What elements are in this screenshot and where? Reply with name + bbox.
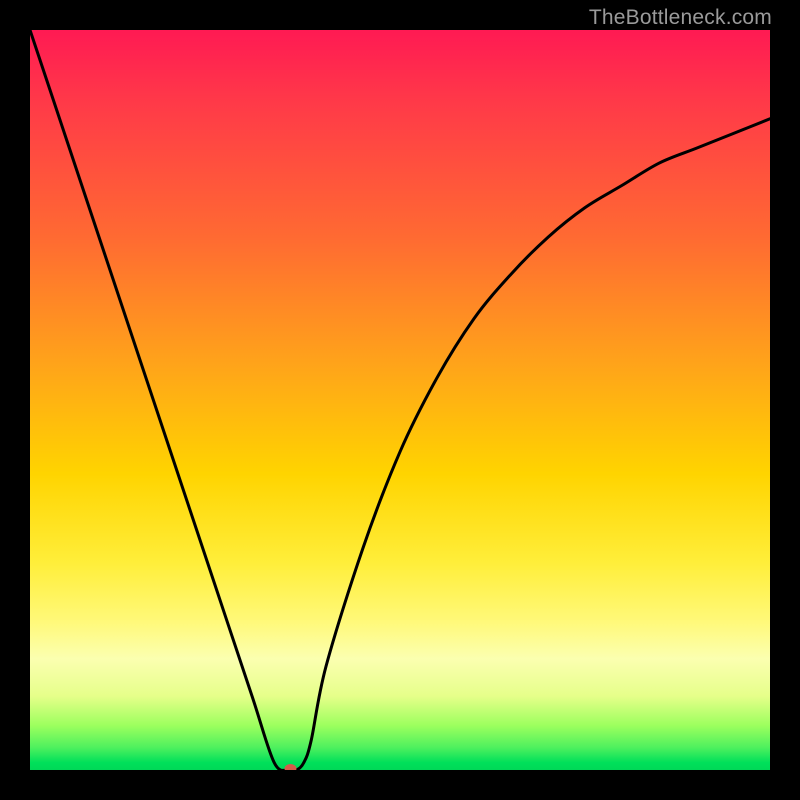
bottleneck-curve: [30, 30, 770, 770]
current-point-marker: [285, 764, 297, 770]
chart-frame: TheBottleneck.com: [0, 0, 800, 800]
plot-area: [30, 30, 770, 770]
curve-svg: [30, 30, 770, 770]
watermark-text: TheBottleneck.com: [589, 6, 772, 30]
